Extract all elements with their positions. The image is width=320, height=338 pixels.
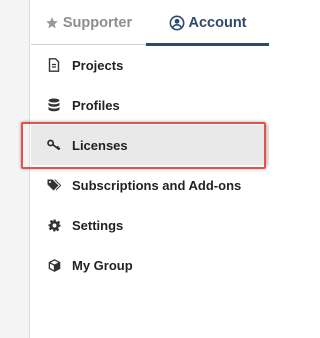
menu-item-label: Subscriptions and Add-ons [72,177,242,193]
menu-item-projects[interactable]: Projects [31,45,269,85]
menu-item-label: Settings [72,217,124,233]
menu-item-subscriptions[interactable]: Subscriptions and Add-ons [31,165,269,205]
menu-item-profiles[interactable]: Profiles [31,85,269,125]
document-icon [47,58,61,72]
left-gutter [0,0,30,338]
tab-account[interactable]: Account [146,0,269,46]
account-menu: Projects Profiles Licenses Subscriptions… [31,45,269,285]
menu-item-label: Projects [72,57,124,73]
account-panel: Supporter Account Projects Profiles Lice… [31,0,269,338]
tab-supporter-label: Supporter [62,14,133,31]
menu-item-my-group[interactable]: My Group [31,245,269,285]
cube-icon [47,258,61,272]
menu-item-label: Profiles [72,97,120,113]
star-icon [45,16,59,30]
menu-item-settings[interactable]: Settings [31,205,269,245]
database-icon [47,98,61,112]
gear-icon [47,218,61,232]
tab-bar: Supporter Account [31,0,269,46]
tab-account-label: Account [188,14,247,31]
menu-item-licenses[interactable]: Licenses [31,125,269,165]
tab-supporter[interactable]: Supporter [31,0,146,45]
tags-icon [47,178,61,192]
key-icon [47,138,61,152]
menu-item-label: My Group [72,257,133,273]
user-circle-icon [169,15,185,31]
menu-item-label: Licenses [72,137,128,153]
